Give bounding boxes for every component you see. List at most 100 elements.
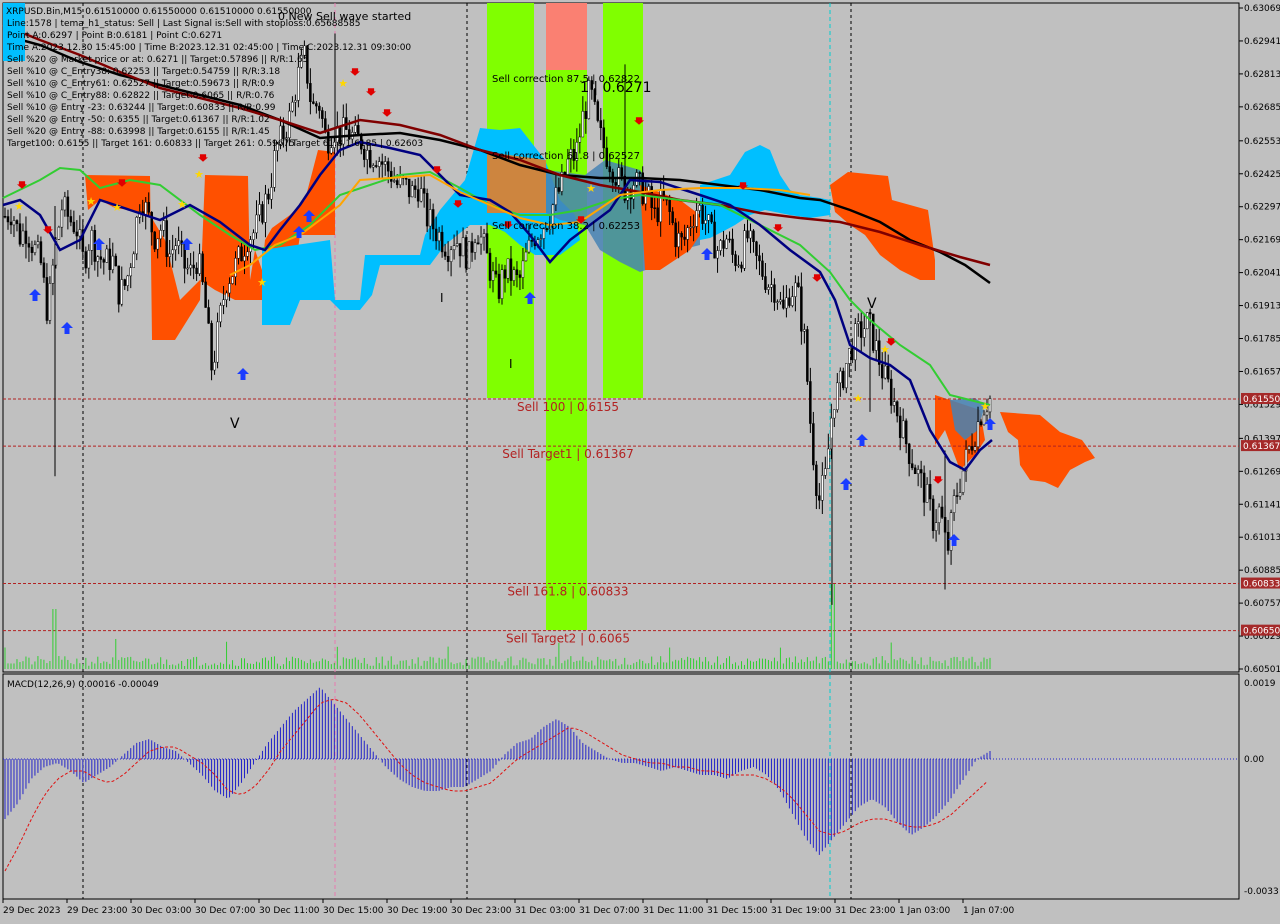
info-line: Sell %10 @ C_Entry61: 0.62527 || Target:… (7, 79, 275, 89)
candle-body (674, 222, 677, 248)
info-line: Sell %20 @ Entry -88: 0.63998 || Target:… (7, 127, 270, 137)
candle-body (210, 323, 213, 371)
symbol-line: XRPUSD.Bin,M15 0.61510000 0.61550000 0.6… (6, 7, 312, 17)
candle-body (895, 401, 899, 417)
candle-body (776, 301, 779, 303)
wave-mark-v-low: V (230, 416, 240, 432)
candle-body (156, 238, 159, 250)
candle-body (722, 240, 725, 249)
candle-body (126, 275, 130, 286)
candle-body (461, 237, 465, 257)
candle-body (889, 378, 893, 406)
candle-body (554, 187, 558, 206)
candle-body (84, 251, 88, 269)
candle-body (898, 415, 902, 438)
candle-body (372, 165, 375, 168)
candle-body (967, 446, 971, 450)
candle-body (168, 253, 171, 257)
candle-body (521, 260, 525, 278)
candle-body (467, 241, 471, 269)
candle-body (599, 120, 603, 129)
candle-body (857, 321, 860, 324)
candle-body (291, 101, 294, 112)
candle-body (773, 284, 776, 303)
candle-body (264, 193, 267, 223)
candle-body (491, 270, 495, 281)
candle-body (129, 267, 132, 277)
candle-body (782, 299, 785, 309)
candle-body (824, 468, 827, 476)
candle-body (171, 249, 174, 255)
chart-canvas[interactable]: Sell 100 | 0.6155 Sell Target1 | 0.61367 S… (0, 0, 1280, 920)
candle-body (410, 185, 414, 198)
candle-body (812, 423, 815, 466)
price-tick-label: 0.60885 (1244, 566, 1280, 576)
candle-body (815, 464, 818, 496)
candle-body (821, 475, 824, 501)
candle-body (494, 270, 498, 275)
candle-body (698, 205, 701, 211)
level-price-badge-text: 0.60650 (1243, 627, 1280, 637)
candle-body (36, 241, 40, 246)
candle-body (3, 215, 7, 218)
price-tick-label: 0.61785 (1244, 335, 1280, 345)
candle-body (940, 506, 944, 518)
candle-body (842, 370, 845, 389)
candle-body (389, 170, 393, 182)
candle-body (105, 248, 109, 263)
candle-body (910, 463, 914, 469)
price-tick-label: 0.62813 (1244, 70, 1280, 80)
candle-body (791, 296, 794, 306)
time-tick-label: 30 Dec 11:00 (259, 906, 320, 916)
candle-body (380, 161, 384, 165)
price-tick-label: 0.62425 (1244, 170, 1280, 180)
candle-body (404, 178, 408, 180)
candle-body (30, 246, 34, 253)
macd-tick-label: 0.00 (1244, 755, 1264, 765)
star-icon: ★ (853, 392, 863, 405)
price-axis[interactable]: 0.63069 0.62941 0.62813 0.62685 0.62553 0.624… (1239, 4, 1280, 675)
fib-label-38: Sell correction 38.2 | 0.62253 (492, 221, 640, 232)
candle-body (120, 279, 124, 305)
candle-body (252, 232, 255, 240)
candle-body (27, 243, 31, 248)
level-price-badge-text: 0.61367 (1243, 442, 1280, 452)
chart-window[interactable]: Sell 100 | 0.6155 Sell Target1 | 0.61367 S… (0, 0, 1280, 920)
candle-body (165, 220, 168, 257)
candle-body (961, 470, 965, 493)
candle-body (99, 256, 103, 260)
candle-body (45, 277, 49, 321)
macd-frame (2, 673, 1240, 900)
star-icon: ★ (194, 168, 204, 181)
candle-body (261, 204, 264, 223)
candle-body (174, 245, 177, 251)
candle-body (482, 233, 486, 238)
candle-body (854, 323, 857, 361)
candle-body (102, 259, 106, 263)
time-axis[interactable]: 29 Dec 2023 29 Dec 23:00 30 Dec 03:00 30 De… (2, 899, 1015, 916)
candle-body (488, 252, 492, 281)
candle-body (237, 246, 240, 259)
candle-body (863, 328, 866, 338)
candle-body (608, 166, 612, 173)
candle-body (425, 193, 429, 227)
candle-body (428, 209, 432, 227)
candle-body (422, 188, 426, 194)
price-tick-label: 0.62169 (1244, 236, 1280, 246)
candle-body (970, 446, 974, 451)
candle-body (135, 216, 138, 255)
candle-body (147, 201, 150, 213)
candle-body (386, 161, 390, 172)
candle-body (6, 216, 10, 223)
star-icon: ★ (177, 198, 187, 211)
candle-body (9, 221, 13, 226)
candle-body (743, 230, 746, 269)
candle-body (15, 220, 19, 224)
price-tick-label: 0.60501 (1244, 665, 1280, 675)
candle-body (297, 66, 300, 101)
candle-body (916, 469, 920, 475)
candle-body (581, 111, 585, 138)
candle-body (871, 313, 875, 351)
candle-body (267, 193, 270, 200)
candle-body (692, 226, 695, 228)
